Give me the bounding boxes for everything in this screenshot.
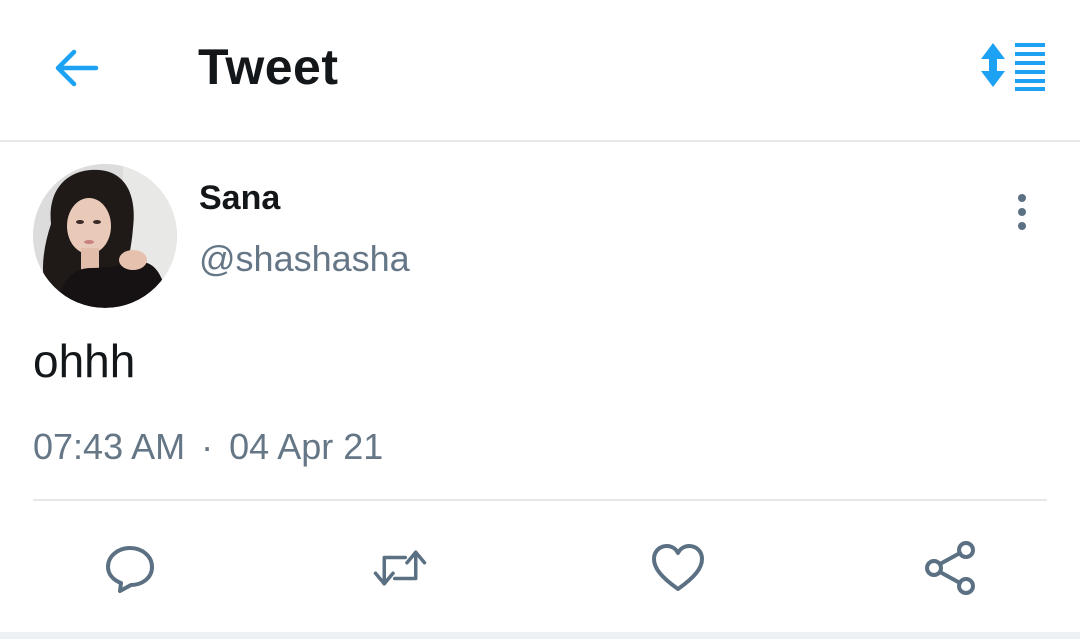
divider	[33, 499, 1047, 501]
more-options-button[interactable]	[1002, 188, 1042, 236]
reply-icon	[106, 546, 154, 593]
tweet-date: 04 Apr 21	[229, 426, 384, 467]
sort-button[interactable]	[976, 36, 1052, 94]
top-app-bar: Tweet	[0, 0, 1080, 142]
author-name[interactable]: Sana	[199, 179, 280, 218]
avatar-image	[33, 164, 177, 308]
retweet-button[interactable]	[372, 540, 428, 596]
more-vertical-icon	[1018, 194, 1026, 202]
tweet-text: ohhh	[33, 335, 136, 387]
avatar[interactable]	[33, 164, 177, 308]
arrow-left-icon	[55, 49, 99, 87]
sort-updown-icon	[981, 43, 1045, 91]
retweet-icon	[373, 550, 427, 586]
more-vertical-icon-dot	[1018, 208, 1026, 216]
tweet-time: 07:43 AM	[33, 426, 186, 467]
divider	[0, 632, 1080, 639]
page-title: Tweet	[198, 39, 339, 95]
share-button[interactable]	[922, 540, 978, 596]
tweet-detail-screen: Tweet Sana @shashasha ohhh 07:43 AM · 04…	[0, 0, 1080, 639]
like-button[interactable]	[650, 540, 706, 596]
timestamp-separator: ·	[201, 426, 214, 467]
heart-icon	[652, 544, 704, 591]
author-handle[interactable]: @shashasha	[199, 238, 410, 280]
share-icon	[925, 541, 975, 595]
tweet-timestamp: 07:43 AM · 04 Apr 21	[33, 426, 383, 468]
reply-button[interactable]	[102, 540, 158, 596]
more-vertical-icon-dot	[1018, 222, 1026, 230]
back-button[interactable]	[48, 42, 104, 94]
